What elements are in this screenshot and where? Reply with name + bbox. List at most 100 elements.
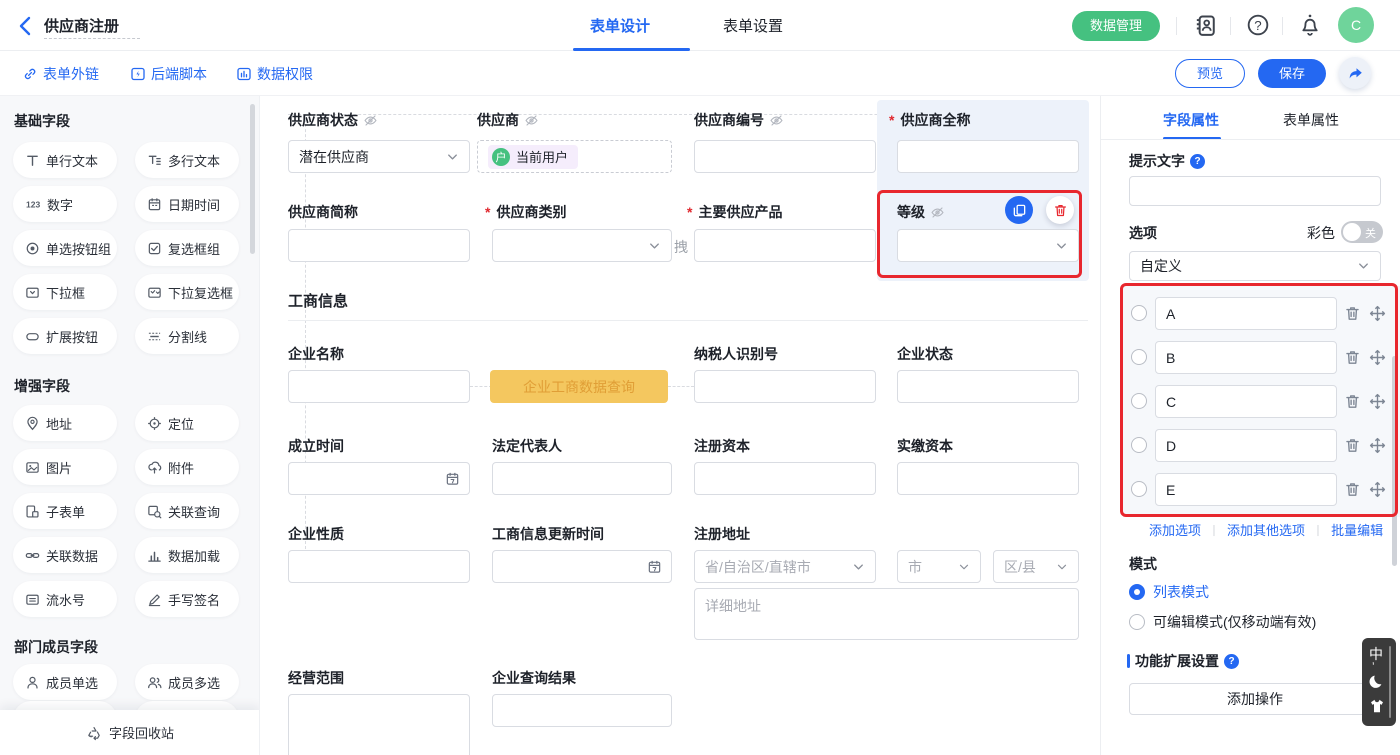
field-recycle-bin[interactable]: 字段回收站 [0, 710, 260, 755]
established-date-input[interactable] [288, 462, 470, 495]
tab-form-properties[interactable]: 表单属性 [1283, 110, 1339, 130]
field-pill-radio-group[interactable]: 单选按钮组 [13, 230, 117, 266]
business-data-query-button[interactable]: 企业工商数据查询 [490, 370, 668, 403]
company-nature-input[interactable] [288, 550, 470, 583]
hint-text-input[interactable] [1129, 176, 1381, 206]
field-pill-address[interactable]: 地址 [13, 405, 117, 441]
field-pill-data-load[interactable]: 数据加载 [135, 537, 239, 573]
province-select[interactable]: 省/自治区/直辖市 [694, 550, 876, 583]
batch-edit-link[interactable]: 批量编辑 [1331, 523, 1383, 538]
delete-option-icon[interactable] [1344, 481, 1361, 498]
backend-script-item[interactable]: 后端脚本 [130, 64, 207, 84]
add-option-link[interactable]: 添加选项 [1149, 523, 1201, 538]
supplier-field[interactable]: 户 当前用户 [477, 140, 672, 173]
option-source-select[interactable]: 自定义 [1129, 251, 1381, 281]
help-badge-icon[interactable]: ? [1224, 654, 1239, 669]
field-pill-single-text[interactable]: 单行文本 [13, 142, 117, 178]
field-pill-extend-button[interactable]: 扩展按钮 [13, 318, 117, 354]
add-other-option-link[interactable]: 添加其他选项 [1227, 523, 1305, 538]
tab-field-properties[interactable]: 字段属性 [1163, 110, 1219, 130]
supplier-category-select[interactable] [492, 229, 672, 262]
contacts-book-icon[interactable] [1194, 13, 1218, 37]
field-pill-select[interactable]: 下拉框 [13, 274, 117, 310]
field-pill-related-data[interactable]: 关联数据 [13, 537, 117, 573]
move-option-icon[interactable] [1369, 481, 1386, 498]
ime-handle-bar[interactable] [1389, 646, 1391, 718]
company-name-input[interactable] [288, 370, 470, 403]
external-link-item[interactable]: 表单外链 [22, 64, 99, 84]
main-products-input[interactable] [694, 229, 876, 262]
delete-option-icon[interactable] [1344, 393, 1361, 410]
field-pill-signature[interactable]: 手写签名 [135, 581, 239, 617]
field-pill-subform[interactable]: 子表单 [13, 493, 117, 529]
option-radio[interactable] [1131, 305, 1147, 321]
delete-option-icon[interactable] [1344, 437, 1361, 454]
help-badge-icon[interactable]: ? [1190, 154, 1205, 169]
save-button[interactable]: 保存 [1258, 59, 1326, 88]
field-pill-divider[interactable]: 分割线 [135, 318, 239, 354]
data-permission-item[interactable]: 数据权限 [236, 64, 313, 84]
move-option-icon[interactable] [1369, 437, 1386, 454]
paid-capital-input[interactable] [897, 462, 1079, 495]
field-pill-related-query[interactable]: 关联查询 [135, 493, 239, 529]
grade-select[interactable] [897, 229, 1079, 262]
move-option-icon[interactable] [1369, 393, 1386, 410]
option-input[interactable]: C [1155, 385, 1337, 418]
district-select[interactable]: 区/县 [993, 550, 1079, 583]
field-pill-member-multi[interactable]: 成员多选 [135, 664, 239, 700]
panel-scrollbar[interactable] [1392, 356, 1397, 566]
user-avatar[interactable]: C [1338, 7, 1374, 43]
field-pill-multi-text[interactable]: 多行文本 [135, 142, 239, 178]
help-icon[interactable] [1246, 13, 1270, 37]
supplier-no-input[interactable] [694, 140, 876, 173]
field-pill-datetime[interactable]: 日期时间 [135, 186, 239, 222]
delete-option-icon[interactable] [1344, 349, 1361, 366]
option-input[interactable]: B [1155, 341, 1337, 374]
add-action-button[interactable]: 添加操作 [1129, 683, 1381, 715]
mode-radio-list[interactable]: 列表模式 [1129, 582, 1209, 602]
field-pill-image[interactable]: 图片 [13, 449, 117, 485]
update-time-date-input[interactable] [492, 550, 672, 583]
copy-field-button[interactable] [1005, 196, 1033, 224]
delete-option-icon[interactable] [1344, 305, 1361, 322]
field-pill-checkbox-group[interactable]: 复选框组 [135, 230, 239, 266]
field-pill-locate[interactable]: 定位 [135, 405, 239, 441]
move-option-icon[interactable] [1369, 305, 1386, 322]
preview-button[interactable]: 预览 [1175, 59, 1245, 88]
query-result-input[interactable] [492, 694, 672, 727]
move-option-icon[interactable] [1369, 349, 1386, 366]
field-pill-serial-number[interactable]: 流水号 [13, 581, 117, 617]
sidebar-scrollbar[interactable] [250, 104, 255, 254]
supplier-status-select[interactable]: 潜在供应商 [288, 140, 470, 173]
option-radio[interactable] [1131, 349, 1147, 365]
share-button[interactable] [1339, 57, 1371, 89]
delete-field-button[interactable] [1046, 196, 1074, 224]
option-radio[interactable] [1131, 437, 1147, 453]
moon-icon[interactable] [1369, 674, 1385, 690]
shirt-skin-icon[interactable] [1369, 698, 1385, 714]
field-pill-attachment[interactable]: 附件 [135, 449, 239, 485]
color-toggle[interactable]: 关 [1341, 221, 1383, 243]
notification-bell-icon[interactable] [1298, 13, 1322, 37]
supplier-shortname-input[interactable] [288, 229, 470, 262]
option-input[interactable]: A [1155, 297, 1337, 330]
tab-form-settings[interactable]: 表单设置 [723, 15, 783, 36]
city-select[interactable]: 市 [897, 550, 981, 583]
legal-rep-input[interactable] [492, 462, 672, 495]
reg-capital-input[interactable] [694, 462, 876, 495]
field-pill-number[interactable]: 数字 [13, 186, 117, 222]
mode-radio-editable[interactable]: 可编辑模式(仅移动端有效) [1129, 612, 1316, 632]
field-pill-member-single[interactable]: 成员单选 [13, 664, 117, 700]
data-manage-button[interactable]: 数据管理 [1072, 11, 1160, 41]
back-icon[interactable] [14, 15, 36, 37]
option-radio[interactable] [1131, 393, 1147, 409]
field-pill-multi-select[interactable]: 下拉复选框 [135, 274, 239, 310]
supplier-fullname-input[interactable] [897, 140, 1079, 173]
tax-id-input[interactable] [694, 370, 876, 403]
option-input[interactable]: D [1155, 429, 1337, 462]
option-input[interactable]: E [1155, 473, 1337, 506]
detail-address-textarea[interactable]: 详细地址 [694, 588, 1079, 640]
tab-form-design[interactable]: 表单设计 [590, 15, 650, 36]
company-status-input[interactable] [897, 370, 1079, 403]
business-scope-textarea[interactable] [288, 694, 470, 755]
